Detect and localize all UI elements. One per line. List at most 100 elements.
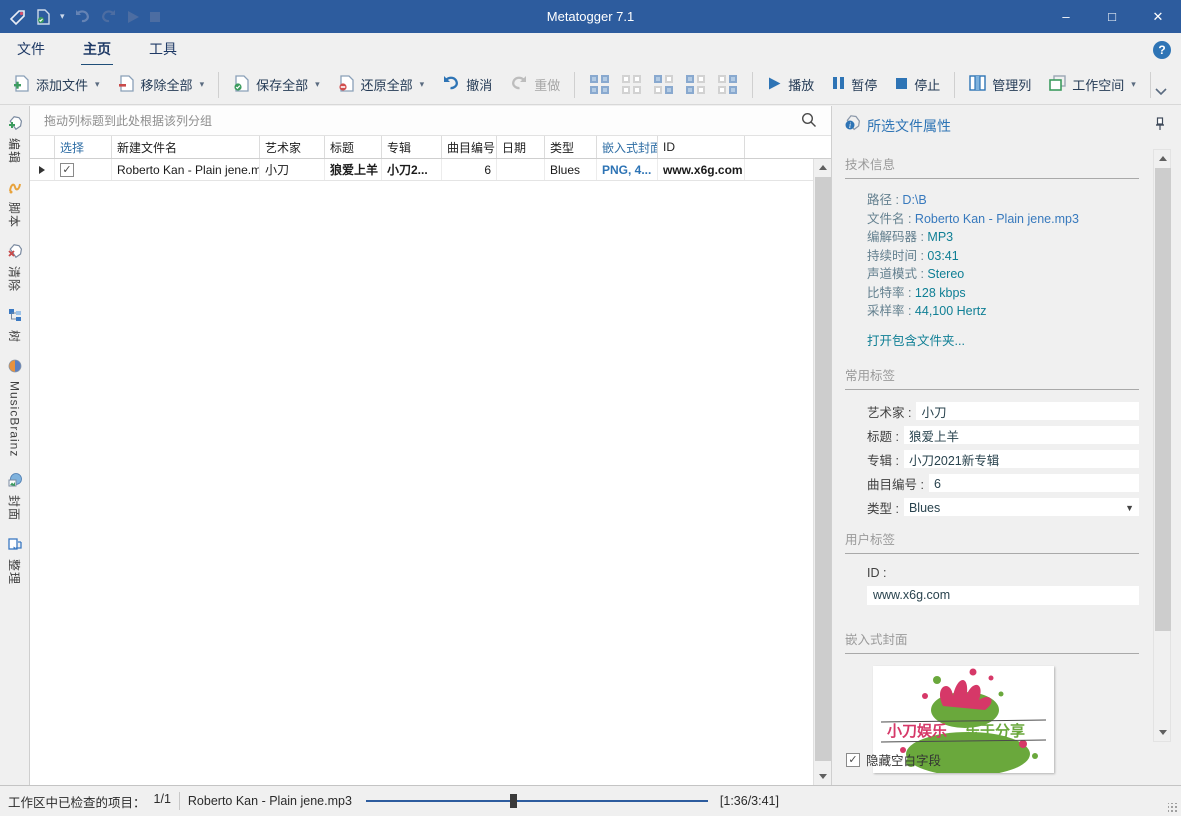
- svg-text:小刀娱乐: 小刀娱乐: [887, 722, 947, 740]
- sidebar-item-edit[interactable]: 编辑: [6, 116, 23, 164]
- hide-empty-checkbox[interactable]: [846, 752, 860, 767]
- album-input[interactable]: 小刀2021新专辑: [903, 450, 1139, 468]
- minimize-button[interactable]: –: [1043, 0, 1089, 33]
- cell-cover: PNG, 4...: [597, 159, 658, 180]
- tech-row-channel-mode: 声道模式 : Stereo: [867, 267, 965, 281]
- sidebar-item-organize[interactable]: 整理: [6, 537, 23, 585]
- close-button[interactable]: ✕: [1135, 0, 1181, 33]
- stop-icon[interactable]: [149, 11, 161, 23]
- column-header-new-filename[interactable]: 新建文件名: [112, 136, 260, 158]
- section-embedded-cover: 嵌入式封面: [845, 629, 1139, 654]
- column-header-date[interactable]: 日期: [497, 136, 545, 158]
- scrollbar-thumb[interactable]: [815, 177, 831, 761]
- stop-button[interactable]: 停止: [886, 70, 949, 100]
- chevron-down-icon[interactable]: ▼: [1125, 503, 1134, 513]
- play-icon[interactable]: [126, 10, 140, 24]
- table-row[interactable]: Roberto Kan - Plain jene.mp3 小刀 狼爱上羊 小刀2…: [30, 159, 831, 181]
- title-input[interactable]: 狼爱上羊: [903, 426, 1139, 444]
- cell-new-filename: Roberto Kan - Plain jene.mp3: [112, 159, 260, 180]
- add-files-button[interactable]: 添加文件 ▾: [4, 70, 109, 100]
- status-bar: 工作区中已检查的项目： 1/1 Roberto Kan - Plain jene…: [0, 785, 1181, 816]
- now-playing-filename: Roberto Kan - Plain jene.mp3: [187, 794, 352, 808]
- workspace-icon: [1049, 75, 1066, 94]
- maximize-button[interactable]: □: [1089, 0, 1135, 33]
- column-header-artist[interactable]: 艺术家: [260, 136, 325, 158]
- title-bar: ▾ Metatogger 7.1 – □ ✕: [0, 0, 1181, 33]
- open-containing-folder-link[interactable]: 打开包含文件夹...: [867, 330, 965, 349]
- window-title: Metatogger 7.1: [546, 9, 635, 24]
- checked-items-label: 工作区中已检查的项目：: [8, 795, 146, 810]
- sidebar-item-covers[interactable]: 封面: [6, 473, 23, 521]
- search-icon[interactable]: [801, 112, 817, 133]
- playback-time: [1:36/3:41]: [719, 794, 779, 808]
- workspace-button[interactable]: 工作空间 ▾: [1040, 70, 1145, 100]
- section-user-tags: 用户标签: [845, 529, 1139, 554]
- checked-items-count: 1/1: [153, 791, 171, 806]
- sidebar-item-musicbrainz[interactable]: MusicBrainz: [8, 359, 22, 457]
- scroll-down-arrow-icon[interactable]: [814, 768, 831, 785]
- view-filter-icon[interactable]: [590, 75, 610, 94]
- id-input[interactable]: www.x6g.com: [867, 585, 1139, 605]
- panel-vertical-scrollbar[interactable]: [1153, 149, 1171, 742]
- play-button[interactable]: 播放: [758, 70, 823, 100]
- tab-file[interactable]: 文件: [15, 35, 47, 63]
- genre-dropdown[interactable]: Blues ▼: [903, 498, 1139, 516]
- tech-row-path: 路径 : D:\B: [867, 193, 927, 207]
- column-header-id[interactable]: ID: [658, 136, 745, 158]
- scroll-up-arrow-icon[interactable]: [1154, 150, 1172, 167]
- view-filter-icon[interactable]: [686, 75, 706, 94]
- play-icon: [767, 76, 782, 94]
- undo-icon[interactable]: [74, 9, 91, 24]
- row-select-checkbox[interactable]: [60, 162, 74, 177]
- column-header-cover[interactable]: 嵌入式封面: [597, 136, 658, 158]
- playback-progress-slider[interactable]: [365, 794, 708, 808]
- current-row-marker: [30, 159, 55, 180]
- pause-button[interactable]: 暂停: [823, 70, 886, 100]
- undo-button[interactable]: 撤消: [433, 70, 501, 100]
- remove-all-button[interactable]: 移除全部 ▾: [109, 70, 214, 100]
- tree-icon: [8, 308, 22, 327]
- column-header-select[interactable]: 选择: [55, 136, 112, 158]
- collapse-ribbon-chevron-icon[interactable]: [1155, 85, 1167, 99]
- tab-tools[interactable]: 工具: [147, 35, 179, 63]
- column-header-genre[interactable]: 类型: [545, 136, 597, 158]
- scrollbar-thumb[interactable]: [1155, 168, 1171, 631]
- file-properties-icon: i: [844, 115, 861, 136]
- help-button[interactable]: ?: [1153, 41, 1171, 59]
- view-filter-icon[interactable]: [654, 75, 674, 94]
- redo-icon: [510, 75, 528, 94]
- sidebar-item-clean[interactable]: 清除: [6, 244, 23, 292]
- redo-icon[interactable]: [100, 9, 117, 24]
- save-all-button[interactable]: 保存全部 ▾: [224, 70, 329, 100]
- table-vertical-scrollbar[interactable]: [813, 159, 831, 785]
- progress-thumb[interactable]: [509, 794, 517, 808]
- scroll-down-arrow-icon[interactable]: [1154, 724, 1172, 741]
- path-value-link[interactable]: D:\B: [902, 193, 926, 207]
- view-filter-icon[interactable]: [718, 75, 738, 94]
- track-input[interactable]: 6: [928, 474, 1139, 492]
- tech-row-filename: 文件名 : Roberto Kan - Plain jene.mp3: [867, 211, 1079, 226]
- section-tech-info: 技术信息: [845, 154, 1139, 179]
- redo-button[interactable]: 重做: [501, 70, 569, 100]
- restore-all-button[interactable]: 还原全部 ▾: [329, 70, 434, 100]
- column-header-title[interactable]: 标题: [325, 136, 382, 158]
- cell-track: 6: [442, 159, 497, 180]
- app-logo-icon: [9, 8, 27, 26]
- resize-grip[interactable]: [1168, 803, 1178, 813]
- field-album: 专辑 : 小刀2021新专辑: [867, 450, 1139, 469]
- scroll-up-arrow-icon[interactable]: [814, 159, 831, 176]
- pin-icon[interactable]: [1155, 117, 1165, 136]
- save-dropdown-caret-icon[interactable]: ▾: [60, 11, 65, 22]
- save-all-icon[interactable]: [36, 8, 51, 25]
- manage-columns-button[interactable]: 管理列: [960, 70, 1040, 100]
- column-header-album[interactable]: 专辑: [382, 136, 442, 158]
- artist-input[interactable]: 小刀: [916, 402, 1139, 420]
- sidebar-item-tree[interactable]: 树: [6, 308, 23, 343]
- view-filter-icon[interactable]: [622, 75, 642, 94]
- filename-value-link[interactable]: Roberto Kan - Plain jene.mp3: [915, 212, 1079, 226]
- tab-home[interactable]: 主页: [81, 35, 113, 67]
- column-header-track[interactable]: 曲目编号: [442, 136, 497, 158]
- svg-text:i: i: [849, 121, 851, 130]
- sidebar-item-scripts[interactable]: 脚本: [6, 180, 23, 228]
- tech-row-duration: 持续时间 : 03:41: [867, 248, 959, 263]
